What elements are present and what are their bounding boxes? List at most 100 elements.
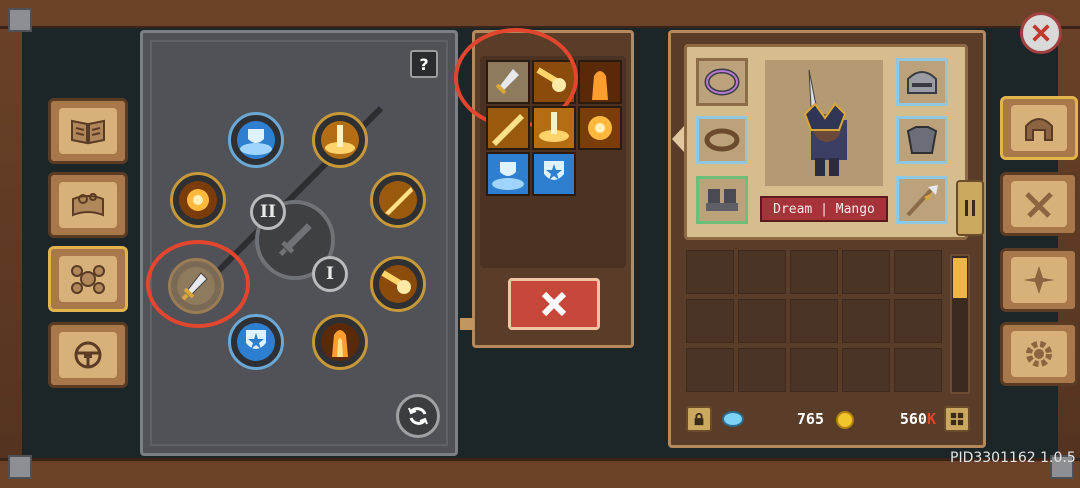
helmet-icon: [1025, 118, 1053, 141]
build-info: PID3301162 1.0.5: [950, 450, 1076, 466]
picker-skill[interactable]: [578, 106, 622, 150]
shield-burst-icon: [237, 121, 275, 159]
map-scroll-icon: [72, 193, 104, 217]
inventory-slot[interactable]: [738, 299, 786, 343]
frame-top-beam: [0, 0, 1080, 29]
skill-slot[interactable]: [370, 172, 426, 228]
frame-bottom-beam: [0, 458, 1080, 488]
picker-connector: [460, 318, 474, 330]
inventory-slot[interactable]: [686, 348, 734, 392]
helmet-icon: [907, 71, 937, 94]
sort-button[interactable]: [944, 406, 970, 432]
skill-tree-icon: [71, 265, 105, 294]
picker-skill[interactable]: [486, 106, 530, 150]
grid-icon: [950, 412, 964, 426]
inventory-slot[interactable]: [738, 250, 786, 294]
character-name: Dream | Mango: [760, 196, 888, 222]
equip-slot-necklace[interactable]: [696, 58, 748, 106]
gold-unit: K: [926, 410, 936, 428]
tab-skills[interactable]: [48, 246, 128, 312]
bracelet-icon: [704, 128, 740, 152]
book-icon: [71, 119, 105, 145]
tab-journal[interactable]: [48, 98, 128, 164]
inventory-slot[interactable]: [686, 250, 734, 294]
star-shield-icon: [237, 323, 275, 361]
inventory-slot[interactable]: [790, 250, 838, 294]
gem-icon: [722, 411, 744, 427]
skill-slot[interactable]: [228, 112, 284, 168]
tab-forge[interactable]: [1000, 172, 1078, 236]
gold-count: 560K: [880, 410, 936, 428]
skill-slot[interactable]: [228, 314, 284, 370]
picker-skill[interactable]: [578, 60, 622, 104]
armor-icon: [906, 126, 938, 154]
pillar-strike-icon: [321, 121, 359, 159]
boots-icon: [706, 189, 738, 211]
pillar-strike-icon: [539, 112, 569, 142]
refresh-button[interactable]: [396, 394, 440, 438]
tab-equipment[interactable]: [1000, 96, 1078, 160]
tab-vehicle[interactable]: [48, 322, 128, 388]
steering-wheel-icon: [74, 341, 102, 369]
shield-burst-icon: [492, 162, 524, 190]
equip-slot-helmet[interactable]: [896, 58, 948, 106]
close-picker-button[interactable]: [508, 278, 600, 330]
skill-slot[interactable]: [312, 314, 368, 370]
swords-icon: [1025, 192, 1053, 218]
equip-slot-weapon[interactable]: [896, 176, 948, 224]
character-portrait: [765, 60, 883, 186]
tab-settings[interactable]: [1000, 322, 1078, 386]
inventory-slot[interactable]: [894, 348, 942, 392]
inventory-slot[interactable]: [686, 299, 734, 343]
inventory-slot[interactable]: [790, 299, 838, 343]
inventory-slot[interactable]: [842, 348, 890, 392]
compass-icon: [1023, 266, 1055, 294]
equipment-set-tab[interactable]: [956, 180, 984, 236]
slot-one-label: I: [312, 256, 348, 292]
help-button[interactable]: ?: [410, 50, 438, 78]
pause-icon: [965, 200, 975, 216]
lock-button[interactable]: [686, 406, 712, 432]
knight-icon: [803, 69, 847, 176]
inventory-slot[interactable]: [790, 348, 838, 392]
equip-slot-ring[interactable]: [696, 116, 748, 164]
close-icon: [541, 291, 567, 317]
tab-talents[interactable]: [1000, 248, 1078, 312]
gems-count: 765: [796, 410, 824, 428]
inventory-slot[interactable]: [738, 348, 786, 392]
frame-corner: [8, 455, 32, 479]
lock-icon: [694, 412, 704, 426]
refresh-icon: [408, 407, 428, 425]
frame-corner: [8, 8, 32, 32]
inventory-slot[interactable]: [894, 299, 942, 343]
fist-burst-icon: [588, 116, 612, 140]
skill-slot[interactable]: [370, 256, 426, 312]
picker-skill[interactable]: [486, 152, 530, 196]
skill-slot[interactable]: [170, 172, 226, 228]
equip-slot-armor[interactable]: [896, 116, 948, 164]
flame-pillar-icon: [321, 323, 359, 361]
inventory-slot[interactable]: [842, 299, 890, 343]
inventory-slot[interactable]: [894, 250, 942, 294]
fist-burst-icon: [179, 181, 217, 219]
skill-slot[interactable]: [312, 112, 368, 168]
star-shield-icon: [544, 161, 564, 180]
coin-icon: [836, 411, 854, 429]
highlight-ring: [146, 240, 250, 328]
picker-skill[interactable]: [532, 106, 576, 150]
gear-icon: [1026, 341, 1052, 367]
dash-slash-icon: [492, 114, 524, 146]
tab-map[interactable]: [48, 172, 128, 238]
comet-icon: [379, 265, 417, 303]
close-window-button[interactable]: [1020, 12, 1062, 54]
spear-icon: [906, 185, 938, 217]
picker-skill[interactable]: [532, 152, 576, 196]
inventory-grid: [686, 250, 944, 396]
ring-icon: [704, 68, 740, 96]
inventory-slot[interactable]: [842, 250, 890, 294]
close-icon: [1032, 24, 1050, 42]
gold-amount: 560: [899, 410, 927, 428]
scrollbar-thumb[interactable]: [953, 258, 967, 298]
equip-slot-boots[interactable]: [696, 176, 748, 224]
dash-slash-icon: [379, 181, 417, 219]
